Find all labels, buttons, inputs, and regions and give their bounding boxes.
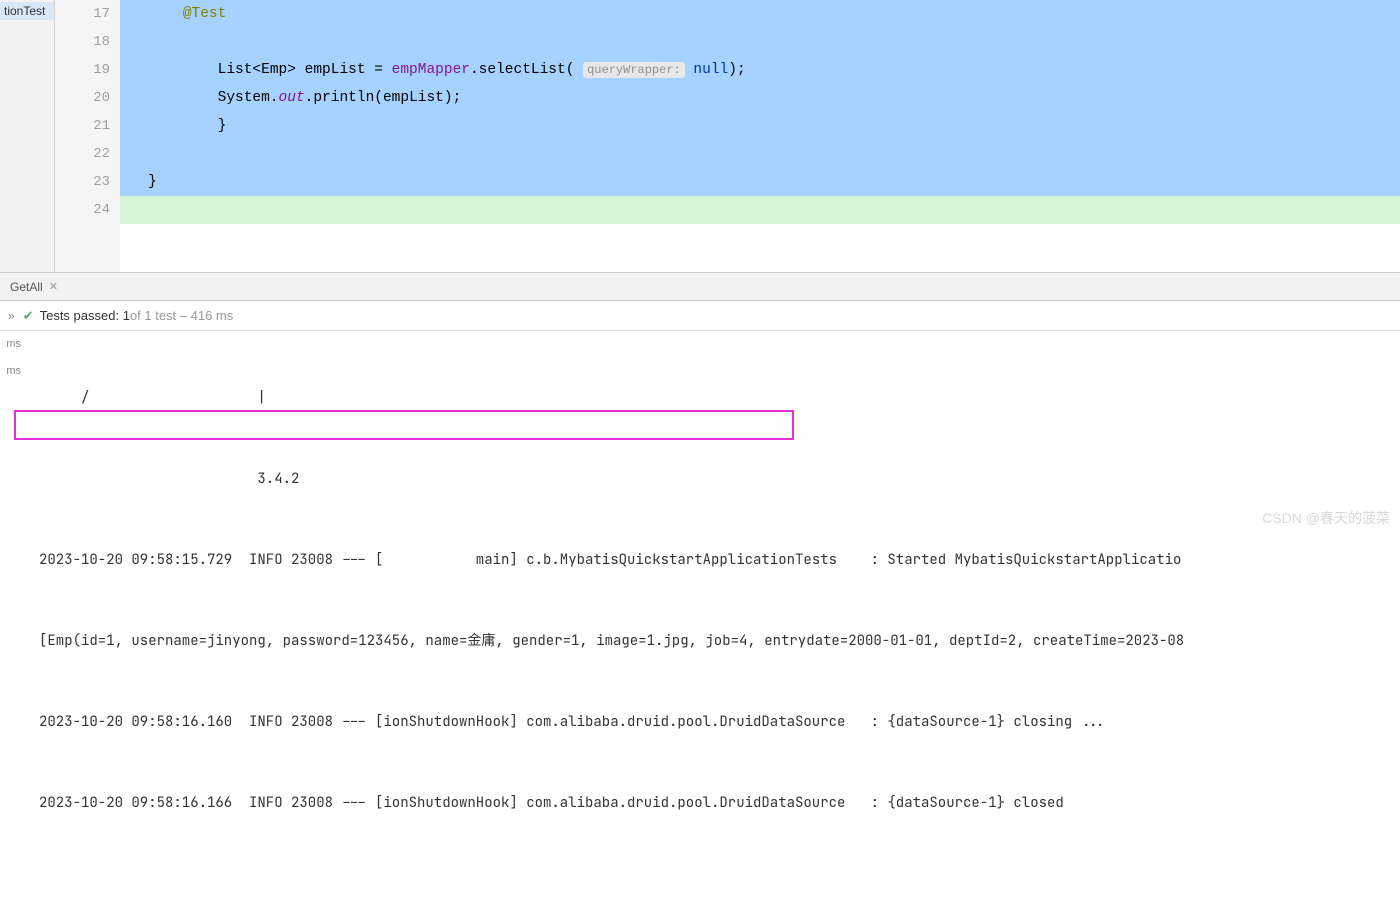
code-line[interactable]	[120, 196, 1400, 224]
code-editor[interactable]: 17 18 19 20 21 22 23 24 @Test void testG…	[55, 0, 1400, 272]
field-token: out	[279, 90, 305, 106]
gutter-line-number[interactable]: 20	[55, 84, 110, 112]
gutter-line-number[interactable]: 21	[55, 112, 110, 140]
close-icon[interactable]: ✕	[49, 280, 58, 293]
console[interactable]: ms ms / | 3.4.2 2023-10-20 09:58:15.729 …	[0, 331, 1400, 898]
code-line[interactable]: }	[120, 112, 1400, 140]
console-line: 2023-10-20 09:58:16.160 INFO 23008 --- […	[39, 709, 1400, 736]
watermark: CSDN @春天的菠菜	[1262, 508, 1390, 528]
gutter-line-number[interactable]: 22	[55, 140, 110, 168]
console-line: [Emp(id=1, username=jinyong, password=12…	[39, 628, 1400, 655]
console-line: 2023-10-20 09:58:15.729 INFO 23008 --- […	[39, 547, 1400, 574]
code-content[interactable]: @Test void testGetAll() { List<Emp> empL…	[120, 0, 1400, 272]
gutter-line-number[interactable]: 19	[55, 56, 110, 84]
keyword-token: null	[685, 62, 729, 78]
editor-panel: tionTest 17 18 19 20 21 22 23 24 @Test v…	[0, 0, 1400, 272]
code-text: List<Emp> empList =	[218, 62, 392, 78]
code-line[interactable]	[120, 140, 1400, 168]
code-line[interactable]: @Test	[120, 0, 1400, 28]
tests-total-text: of 1 test – 416 ms	[130, 308, 233, 323]
intention-bulb-icon[interactable]	[126, 34, 140, 48]
tab-label: GetAll	[10, 280, 43, 294]
timing-cell: ms	[0, 358, 21, 385]
code-text: }	[148, 174, 157, 190]
param-hint: queryWrapper:	[583, 62, 685, 78]
project-sidebar[interactable]: tionTest	[0, 0, 55, 272]
code-text: .println(empList);	[305, 90, 462, 106]
test-status-bar: » ✔ Tests passed: 1 of 1 test – 416 ms	[0, 301, 1400, 331]
code-line[interactable]: System.out.println(empList);	[120, 84, 1400, 112]
run-tabs[interactable]: GetAll ✕	[0, 273, 1400, 301]
line-gutter[interactable]: 17 18 19 20 21 22 23 24	[55, 0, 120, 272]
console-line: 3.4.2	[39, 466, 1400, 493]
chevron-right-icon[interactable]: »	[8, 309, 15, 323]
code-text: }	[218, 118, 227, 134]
code-line[interactable]: }	[120, 168, 1400, 196]
gutter-line-number[interactable]: 18	[55, 28, 110, 56]
timing-column: ms ms	[0, 331, 24, 898]
code-line[interactable]: List<Emp> empList = empMapper.selectList…	[120, 56, 1400, 84]
console-line: 2023-10-20 09:58:16.166 INFO 23008 --- […	[39, 790, 1400, 817]
annotation-token: @Test	[183, 6, 227, 22]
tests-passed-text: Tests passed: 1	[40, 308, 130, 323]
gutter-line-number[interactable]: 23	[55, 168, 110, 196]
run-tool-window: GetAll ✕ » ✔ Tests passed: 1 of 1 test –…	[0, 272, 1400, 898]
code-text: );	[728, 62, 745, 78]
tab-getall[interactable]: GetAll ✕	[0, 276, 68, 298]
gutter-line-number[interactable]: 17	[55, 0, 110, 28]
code-line[interactable]: void testGetAll() {	[120, 28, 1400, 56]
field-token: empMapper	[392, 62, 470, 78]
check-icon: ✔	[23, 308, 34, 324]
sidebar-item[interactable]: tionTest	[0, 2, 54, 20]
annotation-highlight-box	[14, 410, 794, 440]
code-text: .selectList(	[470, 62, 574, 78]
gutter-line-number[interactable]: 24	[55, 196, 110, 224]
console-line: / |	[39, 385, 1400, 412]
console-output[interactable]: / | 3.4.2 2023-10-20 09:58:15.729 INFO 2…	[24, 331, 1400, 898]
code-text: System.	[218, 90, 279, 106]
timing-cell: ms	[0, 331, 21, 358]
